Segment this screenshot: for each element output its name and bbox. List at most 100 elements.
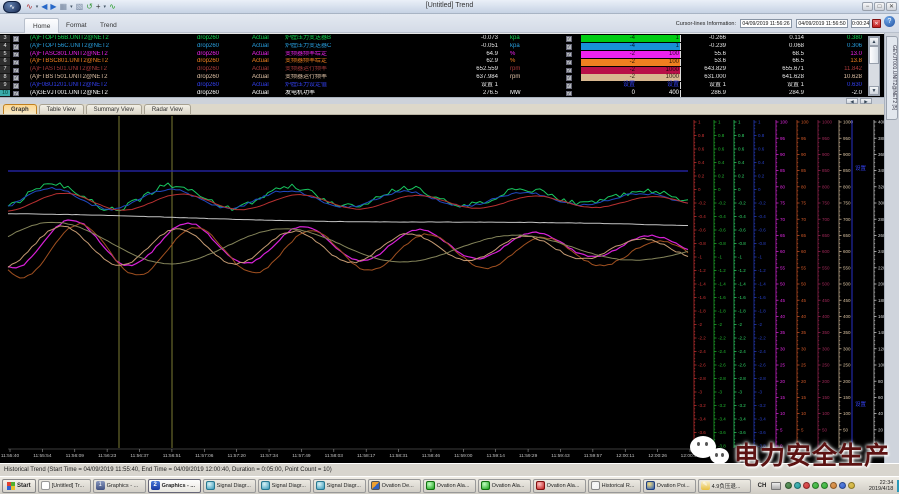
scale-checkbox-icon[interactable]: ✓ <box>566 52 572 58</box>
tray-icon-orange[interactable] <box>830 482 837 489</box>
table-row[interactable]: 9✓(A)F0BU1201.UNIT2@NET2drop260Actual炉膛压… <box>0 82 884 90</box>
tray-icon-green-1[interactable] <box>812 482 819 489</box>
trend-group-side-tab[interactable]: GEVJT001.UNIT2@NET2 [5] <box>886 36 898 120</box>
scale-checkbox-icon[interactable]: ✓ <box>566 68 572 74</box>
row-number: 4 <box>0 43 10 51</box>
row-checkbox-icon[interactable]: ✓ <box>13 36 19 42</box>
row-checkbox-icon[interactable]: ✓ <box>13 60 19 66</box>
svg-text:11:59:00: 11:59:00 <box>454 453 473 459</box>
taskbar-button-signal-diagr-[interactable]: Signal Diagr... <box>258 479 311 493</box>
close-button[interactable]: ✕ <box>886 2 897 11</box>
cursor-close-button[interactable]: ✕ <box>872 19 881 28</box>
scale-min: -4 <box>583 35 635 42</box>
table-row[interactable]: 8✓(A)FTBST501.UNIT2@NET2drop260Actual变频器… <box>0 74 884 82</box>
signal-name: (A)FTOPT56C.UNIT2@NET2 <box>30 43 195 51</box>
tab-radar-view[interactable]: Radar View <box>144 104 191 114</box>
tray-icon-green-2[interactable] <box>821 482 828 489</box>
window-title: [Untitled] Trend <box>0 2 899 9</box>
tab-graph[interactable]: Graph <box>3 104 37 114</box>
cursor-delta-field[interactable]: 0:00:24 <box>851 19 870 28</box>
ribbon-tab-trend[interactable]: Trend <box>92 18 125 33</box>
table-row[interactable]: 6✓(A)FTBSC801.UNIT2@NET2drop260Actual变频器… <box>0 58 884 66</box>
cursor-end-time-field[interactable]: 04/09/2019 11:56:50 <box>796 19 848 28</box>
table-row[interactable]: 4✓(A)FTOPT56C.UNIT2@NET2drop260Actual炉膛压… <box>0 43 884 51</box>
taskbar-button-signal-diagr-[interactable]: Signal Diagr... <box>313 479 366 493</box>
taskbar-button-graphics-[interactable]: 2Graphics - ... <box>148 479 201 493</box>
row-checkbox-icon[interactable]: ✓ <box>13 75 19 81</box>
taskbar-button-label: Ovation De... <box>382 483 414 489</box>
tray-icon-yellow[interactable] <box>848 482 855 489</box>
taskbar-button-graphics-[interactable]: 1Graphics - ... <box>93 479 146 493</box>
row-checkbox-icon[interactable]: ✓ <box>13 68 19 74</box>
ribbon-tab-home[interactable]: Home <box>24 18 59 33</box>
row-checkbox-icon[interactable]: ✓ <box>13 52 19 58</box>
trend-chart-area[interactable]: 11:55:4011:55:5411:56:0911:56:2311:56:37… <box>0 115 884 463</box>
table-vertical-scrollbar[interactable]: ▲ ▼ <box>868 36 880 96</box>
svg-text:-1: -1 <box>738 255 742 260</box>
taskbar-button-ovation-ala-[interactable]: Ovation Ala... <box>478 479 531 493</box>
table-row[interactable]: 3✓(A)FTOPT56B.UNIT2@NET2drop260Actual炉膛压… <box>0 35 884 43</box>
table-row[interactable]: 5✓(A)FTASC801.UNIT2@NET2drop260Actual变频器… <box>0 51 884 59</box>
taskbar-button--untitled-tr-[interactable]: ∿[Untitled] Tr... <box>38 479 91 493</box>
tray-icon-red[interactable] <box>803 482 810 489</box>
svg-text:-1.6: -1.6 <box>718 295 726 300</box>
scale-checkbox-icon[interactable]: ✓ <box>566 75 572 81</box>
tray-icon-blue-flag[interactable] <box>839 482 846 489</box>
signal-description: 炉膛压力变送器B <box>285 35 425 43</box>
scale-checkbox-icon[interactable]: ✓ <box>566 83 572 89</box>
taskbar-button-ovation-poi-[interactable]: Ovation Poi... <box>643 479 696 493</box>
svg-text:40: 40 <box>878 411 884 416</box>
scrollbar-thumb[interactable] <box>869 46 879 64</box>
svg-text:950: 950 <box>822 136 830 141</box>
taskbar-button-ovation-de-[interactable]: Ovation De... <box>368 479 421 493</box>
signal-name: (A)FTBSC801.UNIT2@NET2 <box>30 58 195 66</box>
taskbar-button-ovation-ala-[interactable]: Ovation Ala... <box>533 479 586 493</box>
svg-text:-1: -1 <box>718 255 722 260</box>
svg-text:-1.8: -1.8 <box>698 309 706 314</box>
trend-chart-svg[interactable]: 11:55:4011:55:5411:56:0911:56:2311:56:37… <box>0 115 884 463</box>
signal-description: 变频器运行频率 <box>285 74 425 82</box>
tray-icon-green-card[interactable] <box>785 482 792 489</box>
ribbon-tab-format[interactable]: Format <box>58 18 95 33</box>
scale-checkbox-icon[interactable]: ✓ <box>566 44 572 50</box>
signal-type: Actual <box>252 51 284 59</box>
table-horizontal-scrollbar[interactable]: ◀ ▶ <box>0 97 884 104</box>
scale-checkbox-icon[interactable]: ✓ <box>566 60 572 66</box>
svg-text:-0.6: -0.6 <box>758 228 766 233</box>
start-button[interactable]: Start <box>2 479 36 493</box>
svg-text:11:58:46: 11:58:46 <box>422 453 441 459</box>
svg-text:750: 750 <box>822 201 830 206</box>
svg-text:60: 60 <box>878 395 884 400</box>
cursor1-value: 643.829 <box>662 66 726 74</box>
language-indicator[interactable]: CH <box>755 482 770 490</box>
scroll-down-icon[interactable]: ▼ <box>869 86 879 95</box>
minimize-button[interactable]: − <box>862 2 873 11</box>
help-icon[interactable]: ? <box>884 16 895 27</box>
svg-text:0.4: 0.4 <box>718 160 725 165</box>
row-checkbox-icon[interactable]: ✓ <box>13 83 19 89</box>
scroll-up-icon[interactable]: ▲ <box>869 37 879 46</box>
svg-text:-2.2: -2.2 <box>698 336 706 341</box>
scale-checkbox-icon[interactable]: ✓ <box>566 91 572 97</box>
row-checkbox-icon[interactable]: ✓ <box>13 91 19 97</box>
taskbar-button-ovation-ala-[interactable]: Ovation Ala... <box>423 479 476 493</box>
svg-text:设置: 设置 <box>855 400 867 408</box>
row-checkbox-icon[interactable]: ✓ <box>13 44 19 50</box>
tab-table-view[interactable]: Table View <box>39 104 84 114</box>
table-row[interactable]: 7✓(A)FTAST501.UNIT2@NET2drop260Actual变频器… <box>0 66 884 74</box>
taskbar-button-4-9负压退-[interactable]: ✎4.9负压退... <box>698 479 751 493</box>
maximize-button[interactable]: □ <box>874 2 885 11</box>
svg-text:11:56:51: 11:56:51 <box>163 453 182 459</box>
printer-icon[interactable] <box>771 482 781 490</box>
scale-checkbox-icon[interactable]: ✓ <box>566 36 572 42</box>
tab-summary-view[interactable]: Summary View <box>86 104 142 114</box>
taskbar-button-historical-r-[interactable]: ✓Historical R... <box>588 479 641 493</box>
taskbar-clock[interactable]: 22:34 2019/4/18 <box>859 480 893 492</box>
taskbar-button-signal-diagr-[interactable]: Signal Diagr... <box>203 479 256 493</box>
taskbar-button-label: Ovation Poi... <box>657 483 690 489</box>
tray-icon-teal[interactable] <box>794 482 801 489</box>
cursor1-value: 设置 1 <box>662 82 726 90</box>
cursor-start-time-field[interactable]: 04/09/2019 11:56:26 <box>740 19 792 28</box>
system-tray <box>785 482 855 489</box>
delta-value: 13.0 <box>796 51 862 59</box>
